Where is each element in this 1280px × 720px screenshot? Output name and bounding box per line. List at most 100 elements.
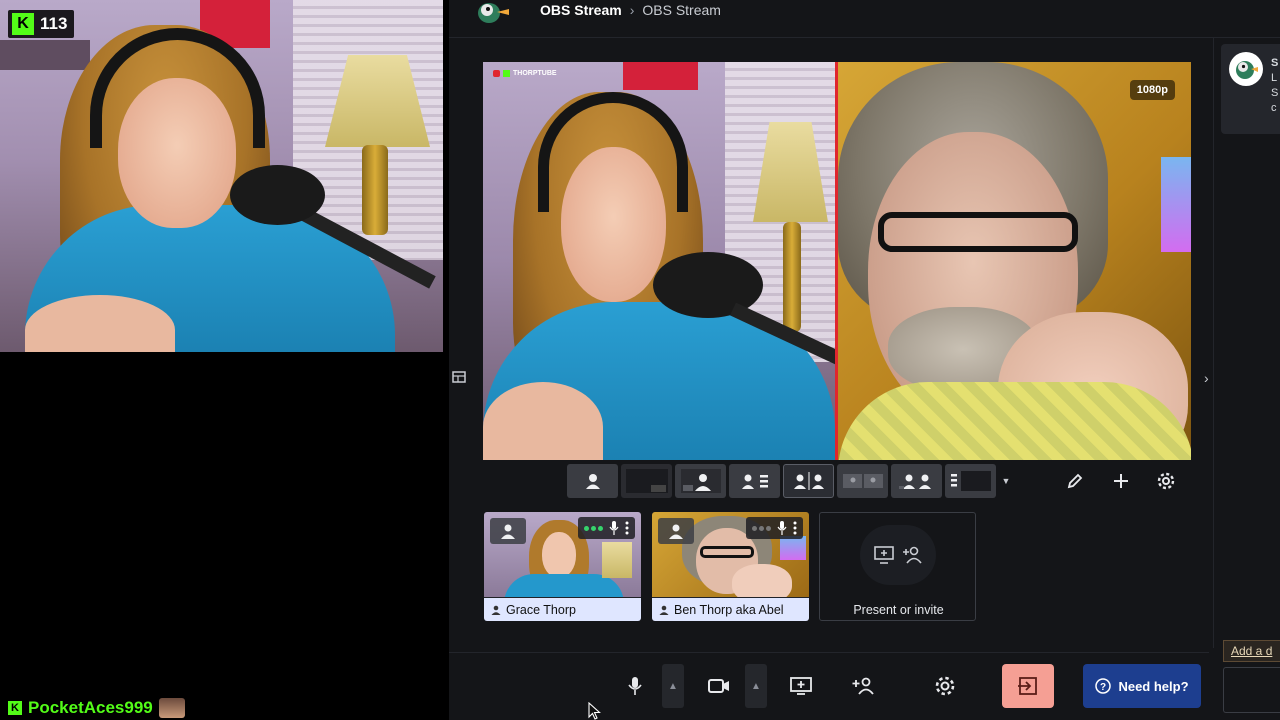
- layout-screen-button[interactable]: [945, 464, 996, 498]
- mute-button[interactable]: [615, 664, 655, 708]
- glasses: [700, 546, 754, 558]
- person-icon: [659, 605, 669, 615]
- add-to-stage-button[interactable]: [658, 518, 694, 544]
- layout-thin-button[interactable]: [837, 464, 888, 498]
- screen-share-layout-icon: [950, 471, 991, 491]
- chevron-down-icon[interactable]: ▼: [999, 464, 1013, 498]
- pencil-icon: [1067, 473, 1083, 489]
- microphone-icon[interactable]: [609, 521, 619, 535]
- chat-message: K PocketAces999: [8, 698, 185, 718]
- gear-icon: [935, 676, 955, 696]
- more-options-icon[interactable]: [625, 521, 629, 535]
- video-camera-icon: [708, 679, 729, 693]
- kick-logo-icon: K: [12, 13, 34, 35]
- chevron-up-icon[interactable]: ▲: [662, 664, 684, 708]
- stream-logo: THORPTUBE: [493, 70, 557, 77]
- person-icon: [669, 524, 683, 539]
- add-destination-link[interactable]: Add a d: [1223, 640, 1280, 662]
- side-panel-input[interactable]: [1223, 667, 1280, 713]
- two-people-icon: [842, 474, 883, 488]
- edit-button[interactable]: [1061, 467, 1089, 495]
- side-line: S: [1271, 57, 1279, 69]
- duck-logo-icon[interactable]: [473, 0, 513, 26]
- divider: [1213, 38, 1214, 648]
- side-line: S: [1271, 87, 1279, 99]
- logo-icon-green: [503, 70, 510, 77]
- layout-pip-button[interactable]: [675, 464, 726, 498]
- side-panel-card[interactable]: S L S c: [1221, 44, 1280, 134]
- breadcrumb-studio[interactable]: OBS Stream: [540, 2, 622, 18]
- leave-studio-button[interactable]: [1002, 664, 1054, 708]
- layout-empty-button[interactable]: [621, 464, 672, 498]
- screen-share-icon: [874, 546, 894, 564]
- lamp-base: [783, 222, 801, 332]
- present-invite-icons: [860, 525, 936, 585]
- share-screen-button[interactable]: [781, 664, 821, 708]
- picture-in-picture-icon: [680, 469, 721, 493]
- duck-avatar-icon: [1229, 52, 1263, 86]
- layout-solo-button[interactable]: [567, 464, 618, 498]
- layout-group-button[interactable]: [891, 464, 942, 498]
- present-or-invite-tile[interactable]: Present or invite: [819, 512, 976, 621]
- logo-text: THORPTUBE: [513, 70, 557, 77]
- add-layout-button[interactable]: [1107, 467, 1135, 495]
- person-icon: [585, 474, 600, 489]
- more-options-icon[interactable]: [793, 521, 797, 535]
- need-help-label: Need help?: [1118, 678, 1189, 694]
- kick-badge-icon: K: [8, 701, 22, 715]
- poster: [623, 62, 698, 90]
- microphone: [230, 165, 325, 225]
- gear-icon: [1157, 472, 1175, 490]
- add-to-stage-button[interactable]: [490, 518, 526, 544]
- group-icon: [898, 474, 931, 489]
- camera-button[interactable]: [699, 664, 739, 708]
- settings-button[interactable]: [925, 664, 965, 708]
- logo-icon-red: [493, 70, 500, 77]
- help-circle-icon: ?: [1095, 678, 1112, 694]
- chevron-up-icon[interactable]: ▲: [745, 664, 767, 708]
- two-people-icon: [741, 474, 768, 489]
- microphone-icon[interactable]: [777, 521, 787, 535]
- side-panel-text: S L S c: [1271, 56, 1278, 116]
- shirt: [838, 382, 1191, 460]
- invite-button[interactable]: [843, 664, 883, 708]
- participant-name-label: Ben Thorp aka Abel: [652, 598, 809, 621]
- guest-face: [542, 532, 576, 578]
- resolution-badge: 1080p: [1129, 80, 1175, 100]
- studio-app: OBS Stream › OBS Stream THORPTUBE 1080p …: [449, 0, 1280, 720]
- participant-tile[interactable]: Grace Thorp: [484, 512, 641, 621]
- shelf: [0, 40, 90, 70]
- lamp-shade: [602, 542, 632, 578]
- emote-icon: [158, 698, 185, 718]
- monitor: [780, 536, 806, 560]
- need-help-button[interactable]: ? Need help?: [1083, 664, 1201, 708]
- hand: [732, 564, 792, 597]
- layout-selector: ▼: [567, 464, 1013, 498]
- layout-side-by-side-button[interactable]: [729, 464, 780, 498]
- chevron-right-icon[interactable]: ›: [1204, 370, 1209, 386]
- breadcrumb-broadcast: OBS Stream: [642, 2, 721, 18]
- viewer-count: 113: [40, 14, 68, 33]
- screen-share-icon: [790, 677, 812, 695]
- participant-tile[interactable]: Ben Thorp aka Abel: [652, 512, 809, 621]
- participant-controls: [746, 517, 803, 539]
- mouse-cursor-icon: [588, 702, 601, 720]
- breadcrumb: OBS Stream › OBS Stream: [540, 2, 721, 18]
- chat-username: PocketAces999: [28, 698, 153, 717]
- exit-icon: [1018, 677, 1037, 695]
- svg-text:?: ?: [1100, 682, 1106, 693]
- layout-panel-icon[interactable]: [451, 369, 467, 385]
- stage-feed-ben: 1080p: [835, 62, 1191, 460]
- person-icon: [501, 524, 515, 539]
- invite-person-icon: [852, 677, 874, 695]
- layout-split-button[interactable]: [783, 464, 834, 498]
- layout-settings-button[interactable]: [1152, 467, 1180, 495]
- participant-controls: [578, 517, 635, 539]
- viewer-count-badge: K 113: [8, 10, 75, 38]
- audio-level-icon: [752, 525, 771, 531]
- person-icon: [491, 605, 501, 615]
- participant-name: Ben Thorp aka Abel: [674, 602, 784, 617]
- participant-name-label: Grace Thorp: [484, 598, 641, 621]
- screen-icon: [625, 469, 668, 493]
- monitor: [1161, 157, 1191, 252]
